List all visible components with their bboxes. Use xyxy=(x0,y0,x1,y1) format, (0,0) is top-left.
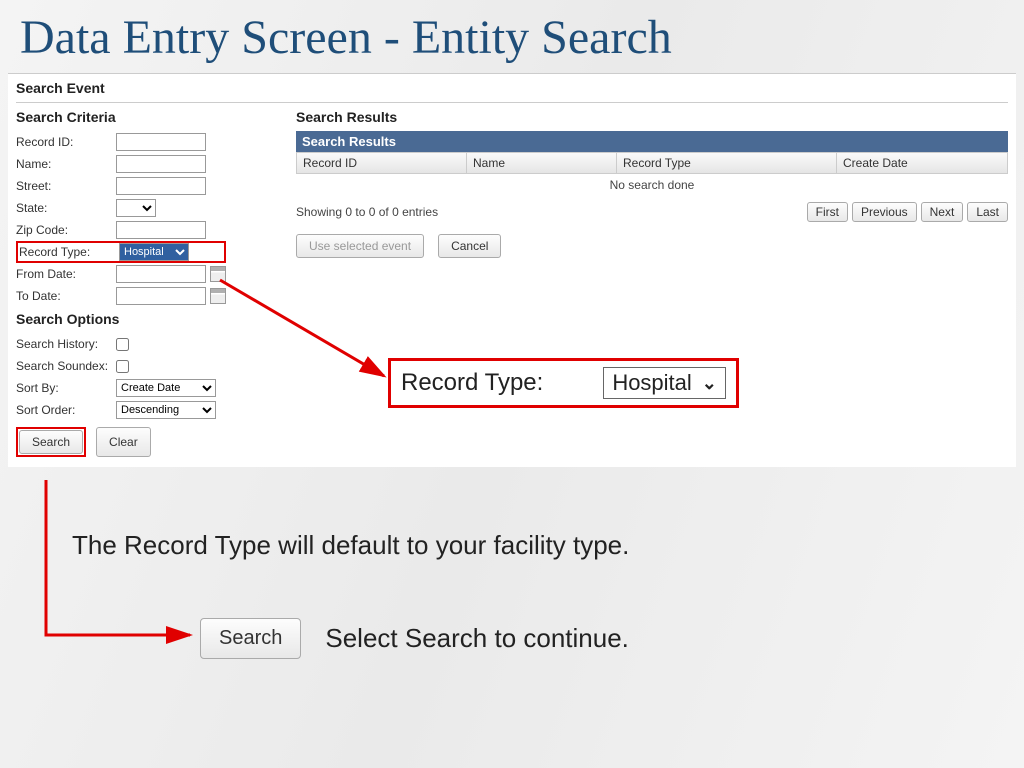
pager-first[interactable]: First xyxy=(807,202,848,222)
results-heading: Search Results xyxy=(296,109,1008,125)
calendar-icon[interactable] xyxy=(210,288,226,304)
label-search-soundex: Search Soundex: xyxy=(16,359,116,373)
input-zip[interactable] xyxy=(116,221,206,239)
options-heading: Search Options xyxy=(16,311,276,327)
input-name[interactable] xyxy=(116,155,206,173)
label-search-history: Search History: xyxy=(16,337,116,351)
results-bar: Search Results xyxy=(296,131,1008,152)
label-to-date: To Date: xyxy=(16,289,116,303)
callout-value: Hospital xyxy=(612,370,691,396)
caption-select-search: Select Search to continue. xyxy=(325,623,629,654)
label-name: Name: xyxy=(16,157,116,171)
label-record-id: Record ID: xyxy=(16,135,116,149)
col-create-date[interactable]: Create Date xyxy=(837,153,1007,173)
label-from-date: From Date: xyxy=(16,267,116,281)
callout-select: Hospital ⌄ xyxy=(603,367,726,399)
label-zip: Zip Code: xyxy=(16,223,116,237)
pager-previous[interactable]: Previous xyxy=(852,202,917,222)
callout-search-button: Search xyxy=(200,618,301,659)
pager-next[interactable]: Next xyxy=(921,202,964,222)
callout-label: Record Type: xyxy=(401,369,543,397)
panel-title: Search Event xyxy=(16,80,1008,96)
search-button-highlight: Search xyxy=(16,427,86,457)
record-type-row-highlight: Record Type: Hospital xyxy=(16,241,226,263)
pager-last[interactable]: Last xyxy=(967,202,1008,222)
showing-text: Showing 0 to 0 of 0 entries xyxy=(296,205,438,219)
checkbox-search-soundex[interactable] xyxy=(116,360,129,373)
col-name[interactable]: Name xyxy=(467,153,617,173)
clear-button[interactable]: Clear xyxy=(96,427,151,457)
no-search-message: No search done xyxy=(296,174,1008,196)
use-selected-event-button[interactable]: Use selected event xyxy=(296,234,424,258)
label-sort-order: Sort Order: xyxy=(16,403,116,417)
select-sort-order[interactable]: Descending xyxy=(116,401,216,419)
label-street: Street: xyxy=(16,179,116,193)
slide-title: Data Entry Screen - Entity Search xyxy=(0,0,1024,73)
calendar-icon[interactable] xyxy=(210,266,226,282)
criteria-heading: Search Criteria xyxy=(16,109,276,125)
select-sort-by[interactable]: Create Date xyxy=(116,379,216,397)
label-state: State: xyxy=(16,201,116,215)
select-record-type[interactable]: Hospital xyxy=(119,243,189,261)
input-from-date[interactable] xyxy=(116,265,206,283)
chevron-down-icon: ⌄ xyxy=(702,373,717,394)
select-state[interactable] xyxy=(116,199,156,217)
col-record-type[interactable]: Record Type xyxy=(617,153,837,173)
record-type-callout: Record Type: Hospital ⌄ xyxy=(388,358,739,408)
results-table-header: Record ID Name Record Type Create Date xyxy=(296,152,1008,174)
caption-record-type: The Record Type will default to your fac… xyxy=(72,530,629,561)
cancel-button[interactable]: Cancel xyxy=(438,234,501,258)
input-record-id[interactable] xyxy=(116,133,206,151)
label-sort-by: Sort By: xyxy=(16,381,116,395)
search-button[interactable]: Search xyxy=(19,430,83,454)
input-street[interactable] xyxy=(116,177,206,195)
label-record-type: Record Type: xyxy=(19,245,119,259)
checkbox-search-history[interactable] xyxy=(116,338,129,351)
col-record-id[interactable]: Record ID xyxy=(297,153,467,173)
input-to-date[interactable] xyxy=(116,287,206,305)
